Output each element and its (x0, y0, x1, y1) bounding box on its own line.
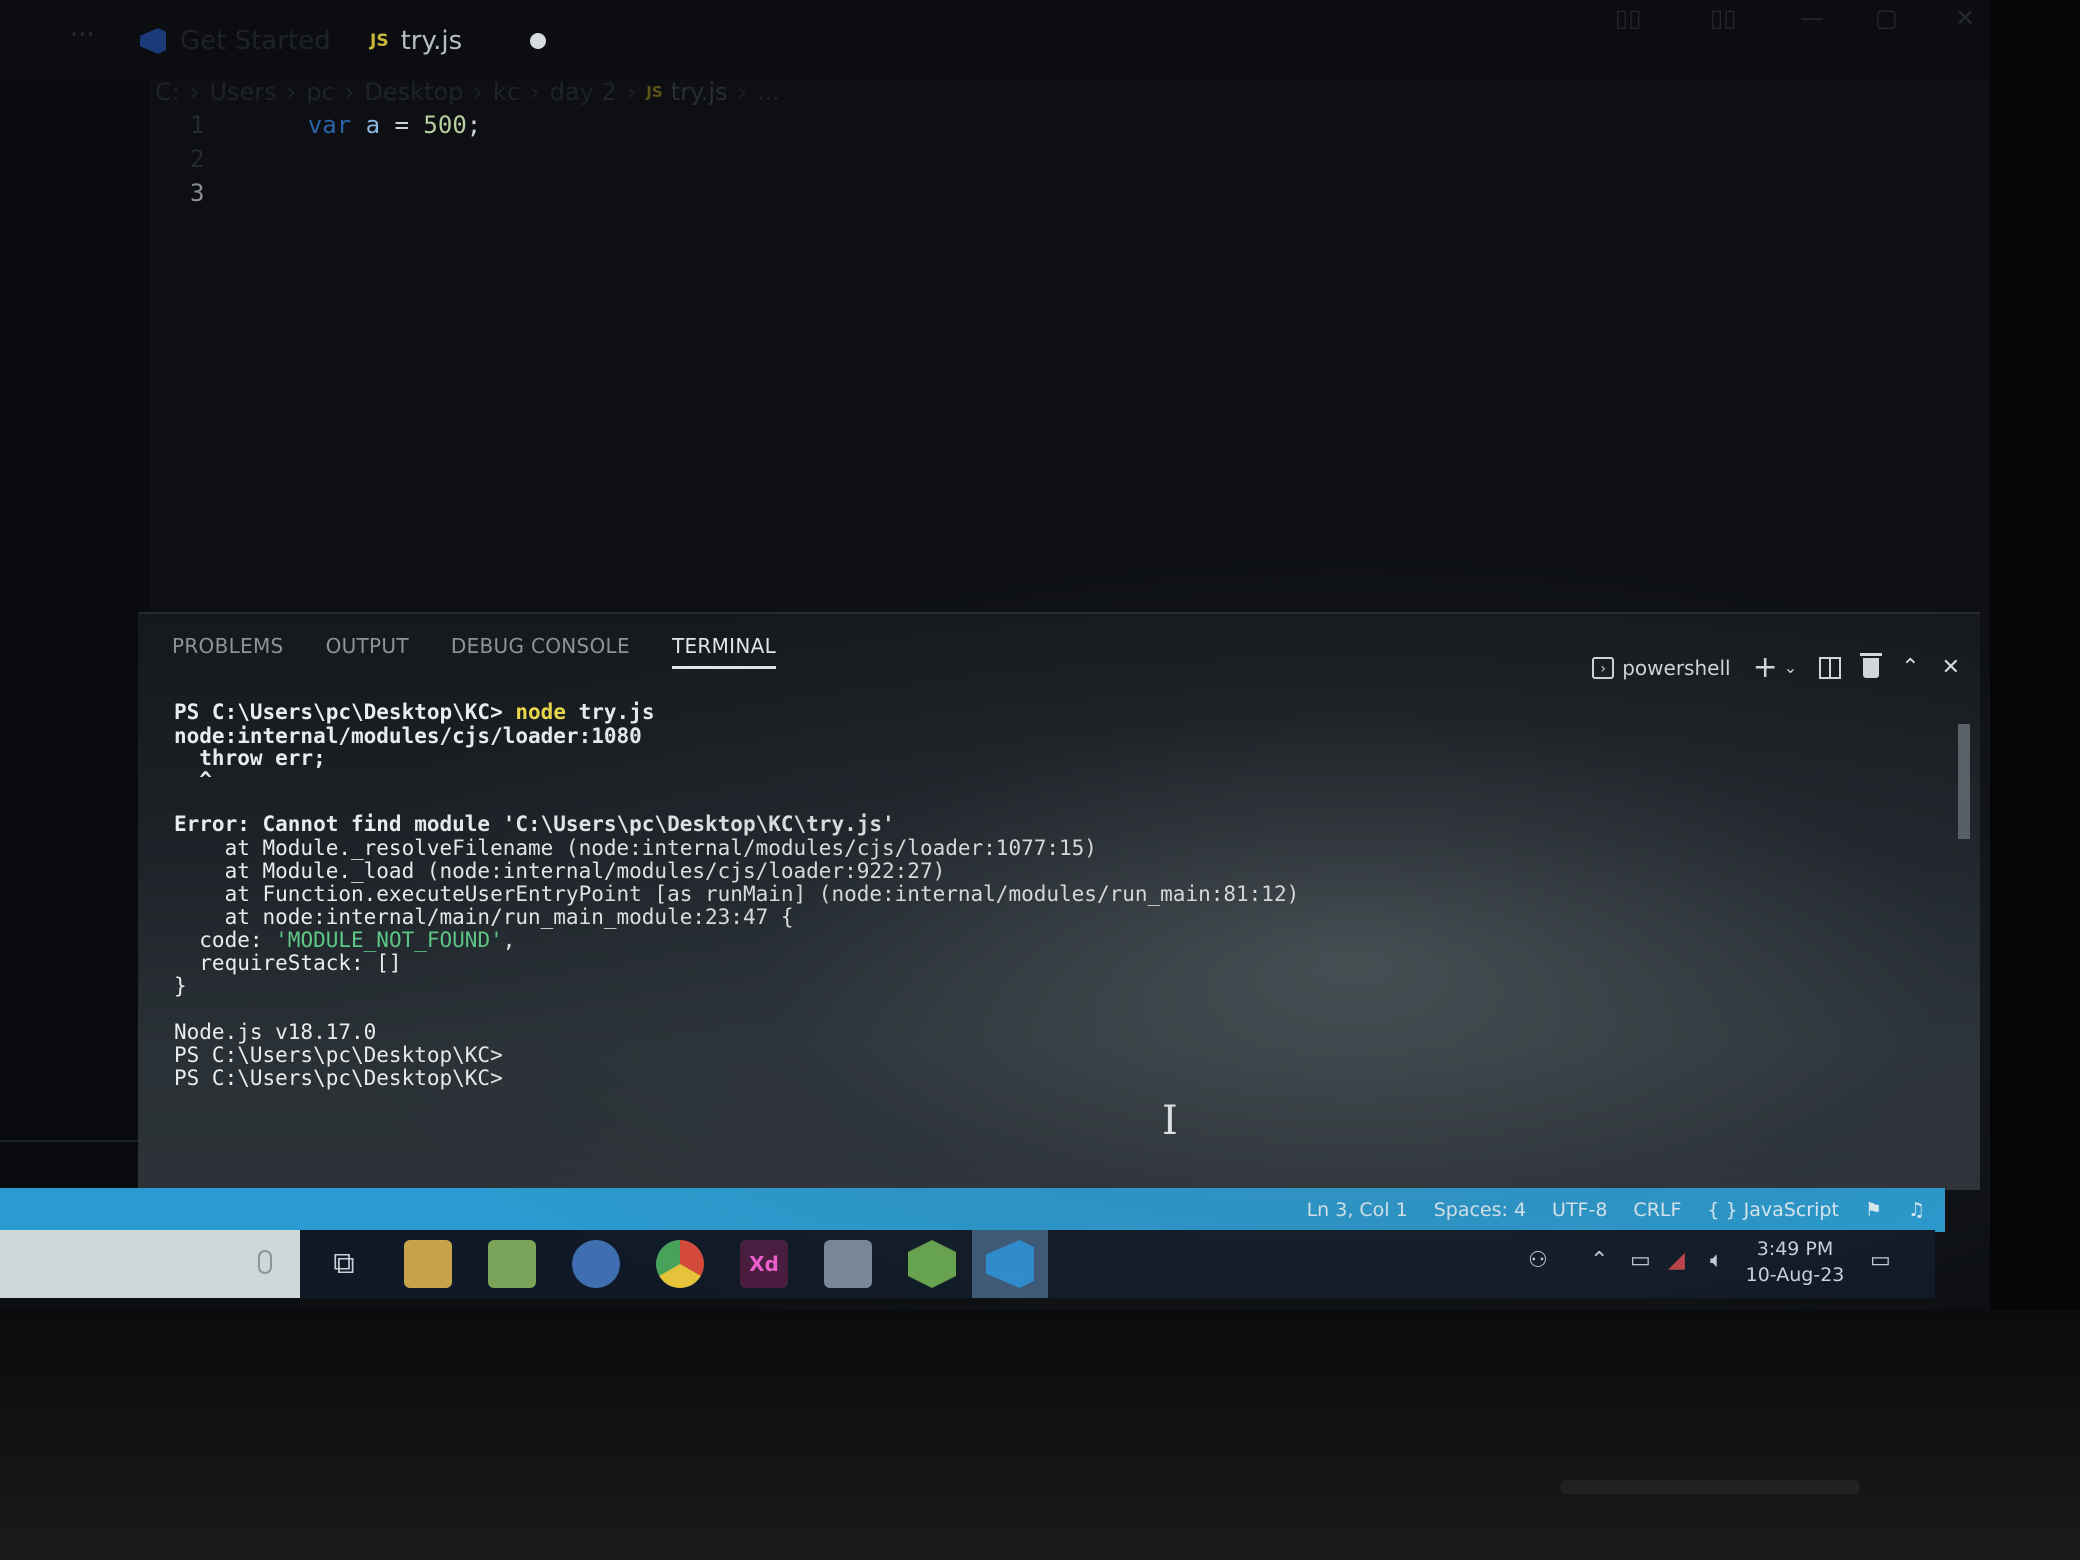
volume-icon[interactable]: 🔈︎ (1710, 1248, 1723, 1273)
status-bar: Ln 3, Col 1 Spaces: 4 UTF-8 CRLF { } Jav… (0, 1188, 1945, 1232)
breadcrumb-item[interactable]: kc (493, 78, 520, 106)
terminal-line: ^ (174, 768, 212, 792)
terminal-scrollbar[interactable] (1958, 724, 1970, 839)
search-box[interactable] (0, 1230, 300, 1298)
text-cursor-icon: I (1162, 1098, 1178, 1144)
terminal-prompt-line: PS C:\Users\pc\Desktop\KC> (174, 1066, 503, 1090)
cursor-position[interactable]: Ln 3, Col 1 (1307, 1199, 1408, 1221)
indentation[interactable]: Spaces: 4 (1434, 1199, 1526, 1221)
breadcrumb-item[interactable]: C: (155, 78, 180, 106)
tab-debug-console[interactable]: DEBUG CONSOLE (451, 634, 630, 666)
laptop-screen: ··· Get Started JS try.js ▯▯ ▯▯ — ▢ ✕ C:… (0, 0, 1990, 1310)
terminal-line: } (174, 974, 187, 998)
code-keyword: var (307, 111, 352, 139)
task-view-icon[interactable]: ⧉ (320, 1240, 368, 1288)
maximize-panel-icon[interactable]: ⌃ (1901, 655, 1919, 680)
maps-icon[interactable] (488, 1240, 536, 1288)
bell-icon[interactable]: ♫ (1908, 1199, 1925, 1221)
more-icon[interactable]: ··· (70, 20, 95, 50)
code-identifier: a (365, 111, 381, 139)
file-explorer-icon[interactable] (404, 1240, 452, 1288)
code-line: 2 (150, 142, 250, 176)
layout-grid-icon[interactable]: ▯▯ (1710, 4, 1736, 32)
microphone-icon[interactable] (258, 1250, 272, 1274)
tab-terminal[interactable]: TERMINAL (671, 634, 777, 669)
breadcrumb-item[interactable]: try.js (671, 78, 728, 106)
tab-problems[interactable]: PROBLEMS (172, 634, 284, 666)
code-operator: = (394, 111, 409, 139)
language-mode[interactable]: { } JavaScript (1707, 1199, 1839, 1221)
powershell-icon: › (1592, 656, 1615, 679)
vscode-icon (140, 28, 166, 54)
code-terminator: ; (466, 111, 482, 139)
breadcrumb-item[interactable]: ... (757, 78, 780, 106)
maximize-icon[interactable]: ▢ (1875, 4, 1898, 32)
terminal-profile-button[interactable]: › powershell (1592, 655, 1731, 680)
tab-label: Get Started (180, 26, 331, 56)
breadcrumb-item[interactable]: Users (209, 78, 276, 106)
code-number: 500 (423, 111, 467, 139)
screen-bezel-right (1990, 0, 2080, 1310)
trash-icon[interactable] (1860, 652, 1883, 678)
media-player-icon[interactable] (572, 1240, 620, 1288)
tab-output[interactable]: OUTPUT (326, 634, 409, 666)
battery-icon[interactable]: ▭ (1630, 1248, 1651, 1273)
line-ending[interactable]: CRLF (1633, 1199, 1681, 1221)
panel-actions: › powershell + ⌄ ⌃ ✕ (1570, 650, 1960, 685)
line-number: 2 (190, 145, 205, 173)
unsaved-dot-icon[interactable] (530, 33, 546, 49)
new-terminal-icon[interactable]: + (1753, 650, 1778, 685)
feedback-icon[interactable]: ⚑ (1865, 1199, 1882, 1221)
breadcrumb-item[interactable]: pc (306, 78, 334, 106)
clock[interactable]: 3:49 PM 10-Aug-23 (1735, 1236, 1855, 1288)
close-panel-icon[interactable]: ✕ (1942, 655, 1960, 680)
laptop-hinge (1560, 1480, 1860, 1494)
breadcrumb: C: › Users › pc › Desktop › kc › day 2 › JS tr… (155, 78, 781, 106)
network-icon[interactable]: ◢ (1668, 1248, 1685, 1273)
notifications-icon[interactable]: ▭ (1870, 1248, 1891, 1273)
terminal-command-arg: try.js (578, 700, 655, 724)
close-icon[interactable]: ✕ (1955, 4, 1975, 32)
terminal-command: node (515, 700, 566, 724)
code-punctuation: , (502, 928, 516, 952)
clock-time: 3:49 PM (1756, 1238, 1834, 1260)
breadcrumb-item[interactable]: day 2 (550, 78, 617, 106)
divider (0, 1140, 150, 1142)
split-terminal-icon[interactable] (1819, 656, 1842, 679)
chevron-down-icon[interactable]: ⌄ (1784, 658, 1797, 677)
breadcrumb-item[interactable]: Desktop (364, 78, 463, 106)
minimize-icon[interactable]: — (1800, 4, 1824, 32)
code-editor[interactable]: 1 var a = 500; 2 3 (150, 108, 1970, 613)
nodejs-icon[interactable] (908, 1240, 956, 1288)
tab-label: try.js (400, 26, 463, 56)
laptop-bezel (0, 1310, 2080, 1560)
panel-tabs: PROBLEMS OUTPUT DEBUG CONSOLE TERMINAL (172, 634, 818, 684)
js-file-icon: JS (370, 31, 389, 51)
clock-date: 10-Aug-23 (1745, 1264, 1845, 1286)
encoding[interactable]: UTF-8 (1552, 1199, 1607, 1221)
js-file-icon: JS (646, 83, 663, 101)
terminal-prompt: PS C:\Users\pc\Desktop\KC> (174, 700, 503, 724)
activity-bar (0, 80, 150, 1190)
code-line: 3 (150, 176, 250, 210)
adobe-xd-icon[interactable]: Xd (740, 1240, 788, 1288)
tab-get-started[interactable]: Get Started (140, 10, 350, 72)
line-number: 3 (190, 179, 205, 207)
bottom-panel: PROBLEMS OUTPUT DEBUG CONSOLE TERMINAL ›… (138, 612, 1980, 1190)
terminal-line: requireStack: [] (174, 951, 402, 975)
chrome-icon[interactable] (656, 1240, 704, 1288)
people-icon[interactable]: ⚇ (1528, 1248, 1548, 1273)
chevron-up-icon[interactable]: ⌃ (1590, 1248, 1608, 1273)
printer-icon[interactable] (824, 1240, 872, 1288)
shell-name: powershell (1622, 655, 1731, 680)
code-line: 1 var a = 500; (150, 108, 481, 142)
layout-icon[interactable]: ▯▯ (1615, 4, 1641, 32)
title-bar: ··· Get Started JS try.js ▯▯ ▯▯ — ▢ ✕ (0, 0, 1990, 80)
windows-taskbar: ⧉ Xd ⚇ ⌃ ▭ ◢ 🔈︎ 3:49 PM 10-Aug-23 ▭ (0, 1230, 1935, 1298)
line-number: 1 (190, 111, 205, 139)
